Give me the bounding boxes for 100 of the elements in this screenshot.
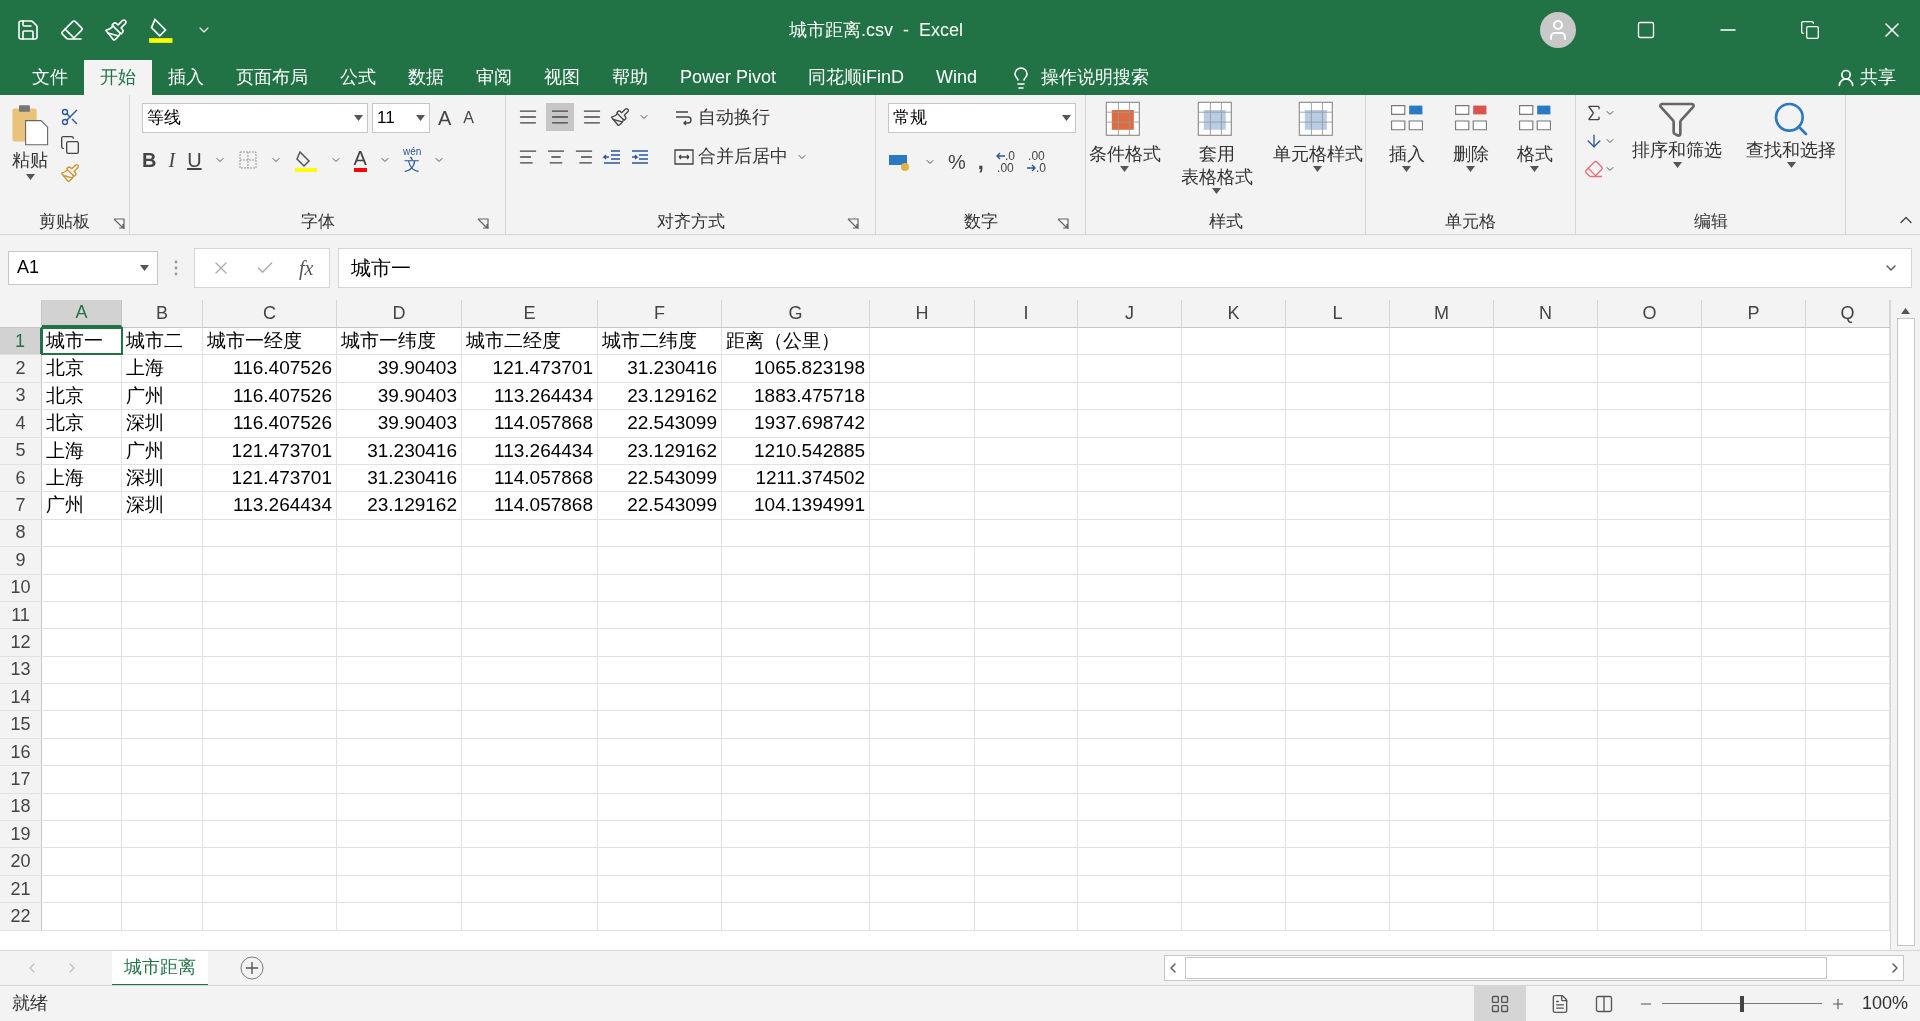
dialog-launcher-icon[interactable] (847, 218, 859, 230)
row-header[interactable]: 13 (0, 656, 42, 684)
decrease-decimal-button[interactable]: .00 .0 (1026, 149, 1046, 174)
row-header[interactable]: 20 (0, 848, 42, 875)
normal-view-icon[interactable] (1489, 993, 1510, 1014)
comma-button[interactable]: , (977, 145, 984, 178)
copy-icon[interactable] (60, 135, 80, 155)
caret-icon[interactable] (1062, 115, 1071, 121)
caret-icon[interactable] (140, 264, 149, 271)
ribbon-tab[interactable]: 帮助 (596, 60, 664, 95)
ribbon-button[interactable]: 查找和选择 (1738, 95, 1844, 210)
zoom-level[interactable]: 100% (1861, 990, 1908, 1017)
row-header[interactable]: 12 (0, 629, 42, 656)
column-header[interactable]: B (122, 300, 203, 327)
row-header[interactable]: 5 (0, 437, 42, 464)
ribbon-button[interactable]: 条件格式 (1080, 95, 1169, 210)
column-header[interactable]: N (1494, 300, 1598, 327)
page-break-icon[interactable] (1593, 993, 1614, 1014)
cut-icon[interactable] (60, 107, 80, 127)
caret-icon[interactable] (1120, 165, 1129, 172)
ribbon-button[interactable]: 删除 (1440, 95, 1501, 210)
insert-function-button[interactable]: fx (299, 252, 314, 283)
horizontal-scrollbar[interactable] (1164, 955, 1904, 981)
column-header[interactable]: J (1078, 300, 1182, 327)
formula-field[interactable]: 城市一 (338, 247, 1912, 288)
row-header[interactable]: 7 (0, 492, 42, 519)
column-header[interactable]: C (203, 300, 337, 327)
share-button[interactable]: 共享 (1836, 60, 1920, 95)
phonetic-button[interactable]: wén 文 (402, 147, 422, 173)
column-header[interactable]: M (1390, 300, 1494, 327)
row-header[interactable]: 16 (0, 738, 42, 766)
column-header[interactable]: P (1702, 300, 1806, 327)
ribbon-display-icon[interactable] (1636, 20, 1656, 40)
zoom-slider-thumb[interactable] (1739, 995, 1744, 1012)
bold-button[interactable]: B (142, 145, 157, 175)
column-header[interactable]: K (1182, 300, 1286, 327)
ribbon-button[interactable]: 排序和筛选 (1624, 95, 1730, 210)
caret-icon[interactable] (1402, 165, 1411, 172)
dialog-launcher-icon[interactable] (477, 218, 489, 230)
eraser-icon[interactable] (60, 18, 84, 42)
ribbon-tab[interactable]: 页面布局 (220, 60, 324, 95)
wrap-text-button[interactable]: 自动换行 (674, 103, 770, 131)
font-size-dropdown[interactable]: 11 (372, 103, 430, 133)
column-header[interactable]: E (462, 300, 598, 327)
caret-icon[interactable] (1530, 165, 1539, 172)
ribbon-tab[interactable]: 插入 (152, 60, 220, 95)
add-sheet-icon[interactable] (240, 956, 264, 980)
dialog-launcher-icon[interactable] (1057, 218, 1069, 230)
dialog-launcher-icon[interactable] (113, 218, 125, 230)
column-header[interactable]: A (42, 300, 122, 327)
tell-me-search[interactable]: 操作说明搜索 (1041, 64, 1150, 91)
caret-icon[interactable] (1466, 165, 1475, 172)
caret-icon[interactable] (1313, 165, 1322, 172)
avatar-icon[interactable] (1540, 12, 1576, 48)
row-header[interactable]: 19 (0, 821, 42, 848)
row-header[interactable]: 4 (0, 410, 42, 437)
row-header[interactable]: 14 (0, 684, 42, 711)
row-header[interactable]: 8 (0, 519, 42, 547)
column-header[interactable]: I (975, 300, 1078, 327)
caret-icon[interactable] (25, 174, 35, 180)
caret-icon[interactable] (1212, 188, 1221, 194)
ribbon-tab[interactable]: 开始 (84, 60, 152, 95)
ribbon-tab[interactable]: 审阅 (460, 60, 528, 95)
row-header[interactable]: 17 (0, 766, 42, 793)
row-header[interactable]: 18 (0, 793, 42, 821)
row-header[interactable]: 15 (0, 711, 42, 738)
column-header[interactable]: D (337, 300, 462, 327)
row-header[interactable]: 3 (0, 382, 42, 410)
column-header[interactable]: F (598, 300, 722, 327)
row-header[interactable]: 22 (0, 903, 42, 930)
shrink-font-button[interactable]: A (459, 106, 478, 130)
percent-button[interactable]: % (948, 146, 966, 177)
more-options-icon[interactable] (174, 259, 178, 276)
ribbon-button[interactable]: 插入 (1376, 95, 1437, 210)
ribbon-tab[interactable]: 公式 (324, 60, 392, 95)
ribbon-tab[interactable]: 同花顺iFinD (792, 60, 921, 95)
row-header[interactable]: 2 (0, 355, 42, 382)
paintbrush-icon[interactable] (104, 18, 128, 42)
ribbon-button[interactable]: 单元格样式 (1264, 95, 1371, 210)
ribbon-tab[interactable]: 文件 (16, 60, 84, 95)
caret-icon[interactable] (1672, 161, 1682, 168)
ribbon-button[interactable]: 套用 表格格式 (1172, 95, 1261, 210)
caret-icon[interactable] (1786, 161, 1796, 168)
vertical-scrollbar[interactable] (1890, 300, 1920, 950)
caret-icon[interactable] (416, 115, 425, 121)
row-header[interactable]: 9 (0, 547, 42, 574)
restore-icon[interactable] (1800, 20, 1820, 40)
column-header[interactable]: L (1286, 300, 1390, 327)
row-header[interactable]: 21 (0, 875, 42, 903)
name-box[interactable]: A1 (8, 250, 158, 285)
grow-font-button[interactable]: A (434, 103, 456, 133)
column-header[interactable]: O (1598, 300, 1702, 327)
row-header[interactable]: 11 (0, 601, 42, 629)
ribbon-tab[interactable]: 视图 (528, 60, 596, 95)
row-header[interactable]: 6 (0, 464, 42, 492)
sheet-tab[interactable]: 城市距离 (112, 950, 208, 986)
fill-color-icon[interactable] (148, 16, 176, 44)
font-color-button[interactable]: A (353, 148, 367, 172)
ribbon-tab[interactable]: Wind (920, 60, 994, 95)
column-header[interactable]: H (870, 300, 975, 327)
